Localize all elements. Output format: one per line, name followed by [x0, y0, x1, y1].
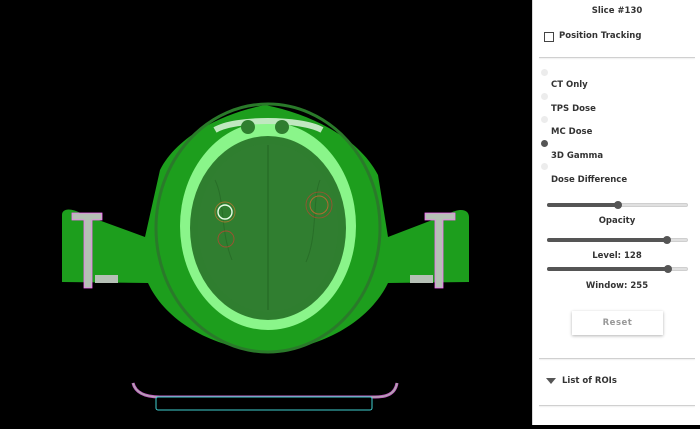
radio-ct-only[interactable]	[541, 69, 548, 76]
slider-fill	[547, 203, 618, 207]
3d-gamma-label[interactable]: 3D Gamma	[551, 151, 603, 161]
mc-dose-label[interactable]: MC Dose	[551, 127, 592, 137]
slider-thumb[interactable]	[662, 236, 671, 244]
slice-title: Slice #130	[591, 6, 643, 16]
dose-difference-label[interactable]: Dose Difference	[551, 175, 627, 185]
slider-fill	[547, 267, 669, 271]
opacity-slider[interactable]	[547, 198, 688, 212]
level-label: Level: 128	[592, 251, 642, 261]
reset-button[interactable]: Reset	[572, 311, 663, 335]
position-tracking-checkbox[interactable]	[544, 32, 554, 42]
radio-3d-gamma[interactable]	[541, 140, 548, 147]
opacity-label: Opacity	[598, 216, 636, 226]
divider	[539, 358, 695, 359]
list-of-rois-toggle[interactable]: List of ROIs	[562, 376, 617, 386]
slider-thumb[interactable]	[613, 201, 622, 209]
ct-slice-image	[0, 0, 532, 425]
divider	[539, 405, 695, 406]
radio-dose-difference[interactable]	[541, 163, 548, 170]
ct-slice-viewer[interactable]	[0, 0, 532, 425]
slider-fill	[547, 238, 667, 242]
position-tracking-label[interactable]: Position Tracking	[559, 31, 641, 41]
chevron-down-icon[interactable]	[546, 378, 556, 384]
divider	[539, 57, 695, 58]
window-label: Window: 255	[585, 281, 649, 291]
radio-mc-dose[interactable]	[541, 116, 548, 123]
tps-dose-label[interactable]: TPS Dose	[551, 104, 596, 114]
window-slider[interactable]	[547, 262, 688, 276]
slider-thumb[interactable]	[664, 265, 673, 273]
control-panel: Slice #130 Position Tracking CT Only TPS…	[532, 0, 700, 425]
ct-only-label[interactable]: CT Only	[551, 80, 588, 90]
radio-tps-dose[interactable]	[541, 93, 548, 100]
level-slider[interactable]	[547, 233, 688, 247]
